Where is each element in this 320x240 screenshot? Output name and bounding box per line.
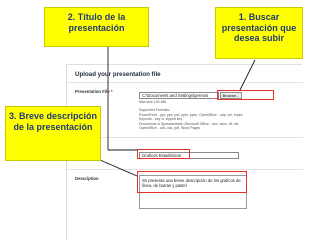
- file-path-input[interactable]: C:\Documents and Settings\germos: [139, 92, 219, 99]
- title-highlight: [137, 149, 190, 159]
- callout-text: 1. Buscar presentación que desea subir: [221, 12, 297, 43]
- divider: [67, 82, 303, 83]
- upload-heading: Upload your presentation file: [75, 71, 161, 78]
- callout-breve: 3. Breve descripción de la presentación: [5, 106, 101, 161]
- callout-text: 2. Título de la presentación: [67, 12, 126, 33]
- divider: [67, 169, 303, 170]
- presentation-file-label: Presentation File *: [75, 89, 113, 94]
- callout-text: 3. Breve descripción de la presentación: [8, 111, 98, 132]
- callout-buscar: 1. Buscar presentación que desea subir: [215, 7, 303, 59]
- max-size-text: Max size 100 MB.: [139, 100, 167, 104]
- browse-highlight: [217, 90, 274, 100]
- description-label: Description: [75, 176, 99, 181]
- format-line: OpenOffice - odt, ods, pdf, Word Pages: [139, 126, 201, 130]
- callout-titulo: 2. Título de la presentación: [44, 7, 149, 47]
- divider: [67, 137, 303, 138]
- description-highlight: [137, 171, 247, 193]
